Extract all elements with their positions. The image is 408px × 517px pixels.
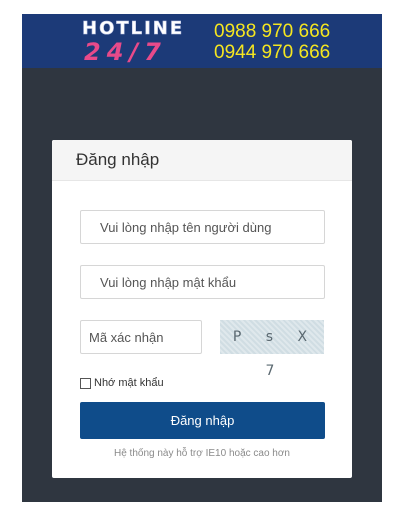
captcha-image[interactable]: P s X 7 — [220, 320, 324, 379]
hotline-banner: HOTLINE 24/7 0988 970 666 0944 970 666 — [22, 14, 382, 68]
password-input[interactable] — [80, 265, 325, 299]
hotline-logo-text: HOTLINE — [82, 18, 185, 39]
login-card: Đăng nhập P s X 7 Nhớ mật khẩu Đăng nhập… — [52, 140, 352, 478]
hotline-phone-1: 0988 970 666 — [214, 21, 331, 42]
hotline-phone-2: 0944 970 666 — [214, 42, 331, 63]
remember-checkbox[interactable] — [80, 377, 91, 389]
login-title: Đăng nhập — [76, 150, 160, 169]
captcha-input[interactable] — [80, 320, 202, 354]
browser-support-note: Hệ thống này hỗ trợ IE10 hoặc cao hơn — [113, 448, 290, 459]
remember-password[interactable]: Nhớ mật khẩu — [80, 376, 164, 390]
page-frame: HOTLINE 24/7 0988 970 666 0944 970 666 Đ… — [22, 14, 382, 502]
login-button[interactable]: Đăng nhập — [80, 402, 325, 439]
username-input[interactable] — [80, 210, 325, 244]
login-card-header: Đăng nhập — [52, 140, 352, 181]
remember-label: Nhớ mật khẩu — [94, 377, 164, 389]
hotline-hours: 24/7 — [84, 38, 167, 66]
